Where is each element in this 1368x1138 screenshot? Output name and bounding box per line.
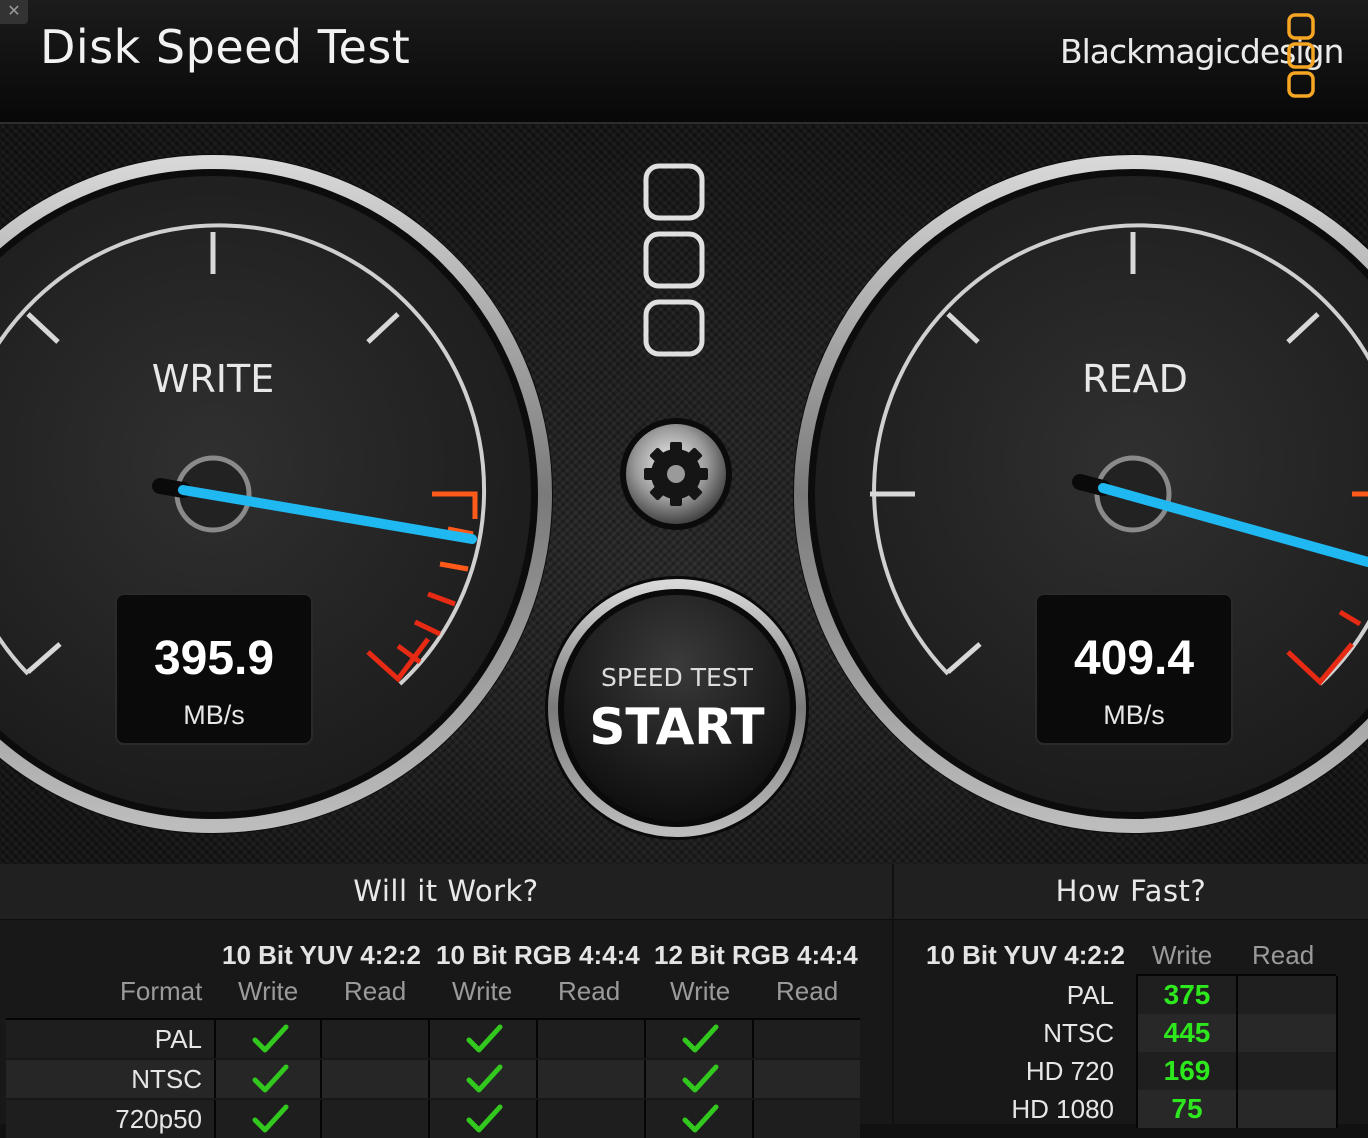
sub-column-header: Read xyxy=(344,976,407,1006)
read-speed-cell xyxy=(1236,1090,1338,1128)
how-fast-format-header: 10 Bit YUV 4:2:2 xyxy=(926,940,1125,970)
table-cell xyxy=(214,1020,322,1058)
start-button-subtitle: SPEED TEST xyxy=(601,663,754,692)
column-group-header: 10 Bit RGB 4:4:4 xyxy=(436,940,640,970)
column-group-header: 12 Bit RGB 4:4:4 xyxy=(654,940,858,970)
table-cell xyxy=(536,1100,644,1138)
column-group-header: 10 Bit YUV 4:2:2 xyxy=(222,940,421,970)
format-label: HD 1080 xyxy=(1011,1094,1114,1124)
format-label: HD 720 xyxy=(1025,1056,1114,1086)
sub-column-header: Read xyxy=(558,976,621,1006)
table-cell xyxy=(644,1060,752,1098)
format-label: PAL xyxy=(1066,980,1114,1010)
table-cell xyxy=(644,1100,752,1138)
checkmark-icon xyxy=(682,1104,719,1133)
table-cell xyxy=(214,1100,322,1138)
sub-column-header: Read xyxy=(776,976,839,1006)
table-cell xyxy=(320,1100,428,1138)
will-it-work-title: Will it Work? xyxy=(0,864,892,920)
table-cell xyxy=(752,1060,860,1098)
checkmark-icon xyxy=(252,1064,289,1093)
write-speed-cell: 169 xyxy=(1136,1052,1236,1090)
gauge-panel: WRITE 395.9 MB/s READ 409.4 MB/s SPEED T… xyxy=(0,124,1368,864)
table-row: 720p50 xyxy=(6,1100,860,1138)
table-cell xyxy=(644,1020,752,1058)
table-row: NTSC 445 xyxy=(894,1014,1368,1052)
table-row: HD 1080 75 xyxy=(894,1090,1368,1128)
format-label: 720p50 xyxy=(115,1104,202,1134)
table-row: NTSC xyxy=(6,1060,860,1098)
write-gauge: WRITE 395.9 MB/s xyxy=(0,154,553,834)
format-label: NTSC xyxy=(131,1064,202,1094)
table-cell xyxy=(536,1020,644,1058)
write-speed-cell: 375 xyxy=(1136,976,1236,1014)
checkmark-icon xyxy=(682,1064,719,1093)
write-speed-value: 395.9 xyxy=(154,632,274,685)
table-cell xyxy=(428,1020,536,1058)
write-speed-cell: 75 xyxy=(1136,1090,1236,1128)
app-title: Disk Speed Test xyxy=(40,20,411,74)
settings-button[interactable] xyxy=(620,418,732,530)
table-cell xyxy=(752,1020,860,1058)
close-button[interactable]: ✕ xyxy=(0,0,28,24)
will-it-work-table: PAL NTSC 720p50 xyxy=(6,1018,860,1138)
how-fast-panel: How Fast? 10 Bit YUV 4:2:2 Write Read PA… xyxy=(894,864,1368,1128)
will-it-work-panel: Will it Work? 10 Bit YUV 4:2:2 10 Bit RG… xyxy=(0,864,892,1138)
format-column-header: Format xyxy=(120,976,203,1006)
table-cell xyxy=(214,1060,322,1098)
write-gauge-label: WRITE xyxy=(152,357,274,401)
how-fast-read-header: Read xyxy=(1252,940,1315,970)
table-cell xyxy=(320,1060,428,1098)
table-border xyxy=(1136,974,1336,976)
table-cell xyxy=(536,1060,644,1098)
table-cell xyxy=(428,1100,536,1138)
blackmagic-logo-icon xyxy=(1287,13,1315,98)
read-gauge: READ 409.4 MB/s xyxy=(793,154,1368,834)
how-fast-title: How Fast? xyxy=(894,864,1368,920)
table-cell xyxy=(752,1100,860,1138)
table-row: PAL 375 xyxy=(894,976,1368,1014)
checkmark-icon xyxy=(252,1104,289,1133)
how-fast-table: PAL 375 NTSC 445 HD 720 169 HD 1080 75 xyxy=(894,974,1368,1128)
read-speed-cell xyxy=(1236,1052,1338,1090)
center-logo-icon xyxy=(643,163,705,357)
sub-column-header: Write xyxy=(238,976,299,1006)
sub-column-header: Write xyxy=(670,976,731,1006)
read-gauge-label: READ xyxy=(1082,357,1188,401)
checkmark-icon xyxy=(466,1064,503,1093)
how-fast-write-header: Write xyxy=(1152,940,1213,970)
gear-icon xyxy=(644,442,708,506)
read-speed-unit: MB/s xyxy=(1103,700,1165,730)
checkmark-icon xyxy=(466,1024,503,1053)
table-row: PAL xyxy=(6,1020,860,1058)
table-cell xyxy=(320,1020,428,1058)
start-button-label: START xyxy=(589,698,764,756)
read-speed-cell xyxy=(1236,976,1338,1014)
sub-column-header: Write xyxy=(452,976,513,1006)
checkmark-icon xyxy=(252,1024,289,1053)
format-label: NTSC xyxy=(1043,1018,1114,1048)
checkmark-icon xyxy=(682,1024,719,1053)
read-speed-value: 409.4 xyxy=(1074,632,1194,685)
write-speed-unit: MB/s xyxy=(183,700,245,730)
table-row: HD 720 169 xyxy=(894,1052,1368,1090)
write-speed-cell: 445 xyxy=(1136,1014,1236,1052)
read-speed-cell xyxy=(1236,1014,1338,1052)
table-cell xyxy=(428,1060,536,1098)
title-bar: ✕ Disk Speed Test Blackmagicdesign xyxy=(0,0,1368,125)
checkmark-icon xyxy=(466,1104,503,1133)
format-label: PAL xyxy=(154,1024,202,1054)
start-button[interactable]: SPEED TEST START xyxy=(545,576,809,840)
